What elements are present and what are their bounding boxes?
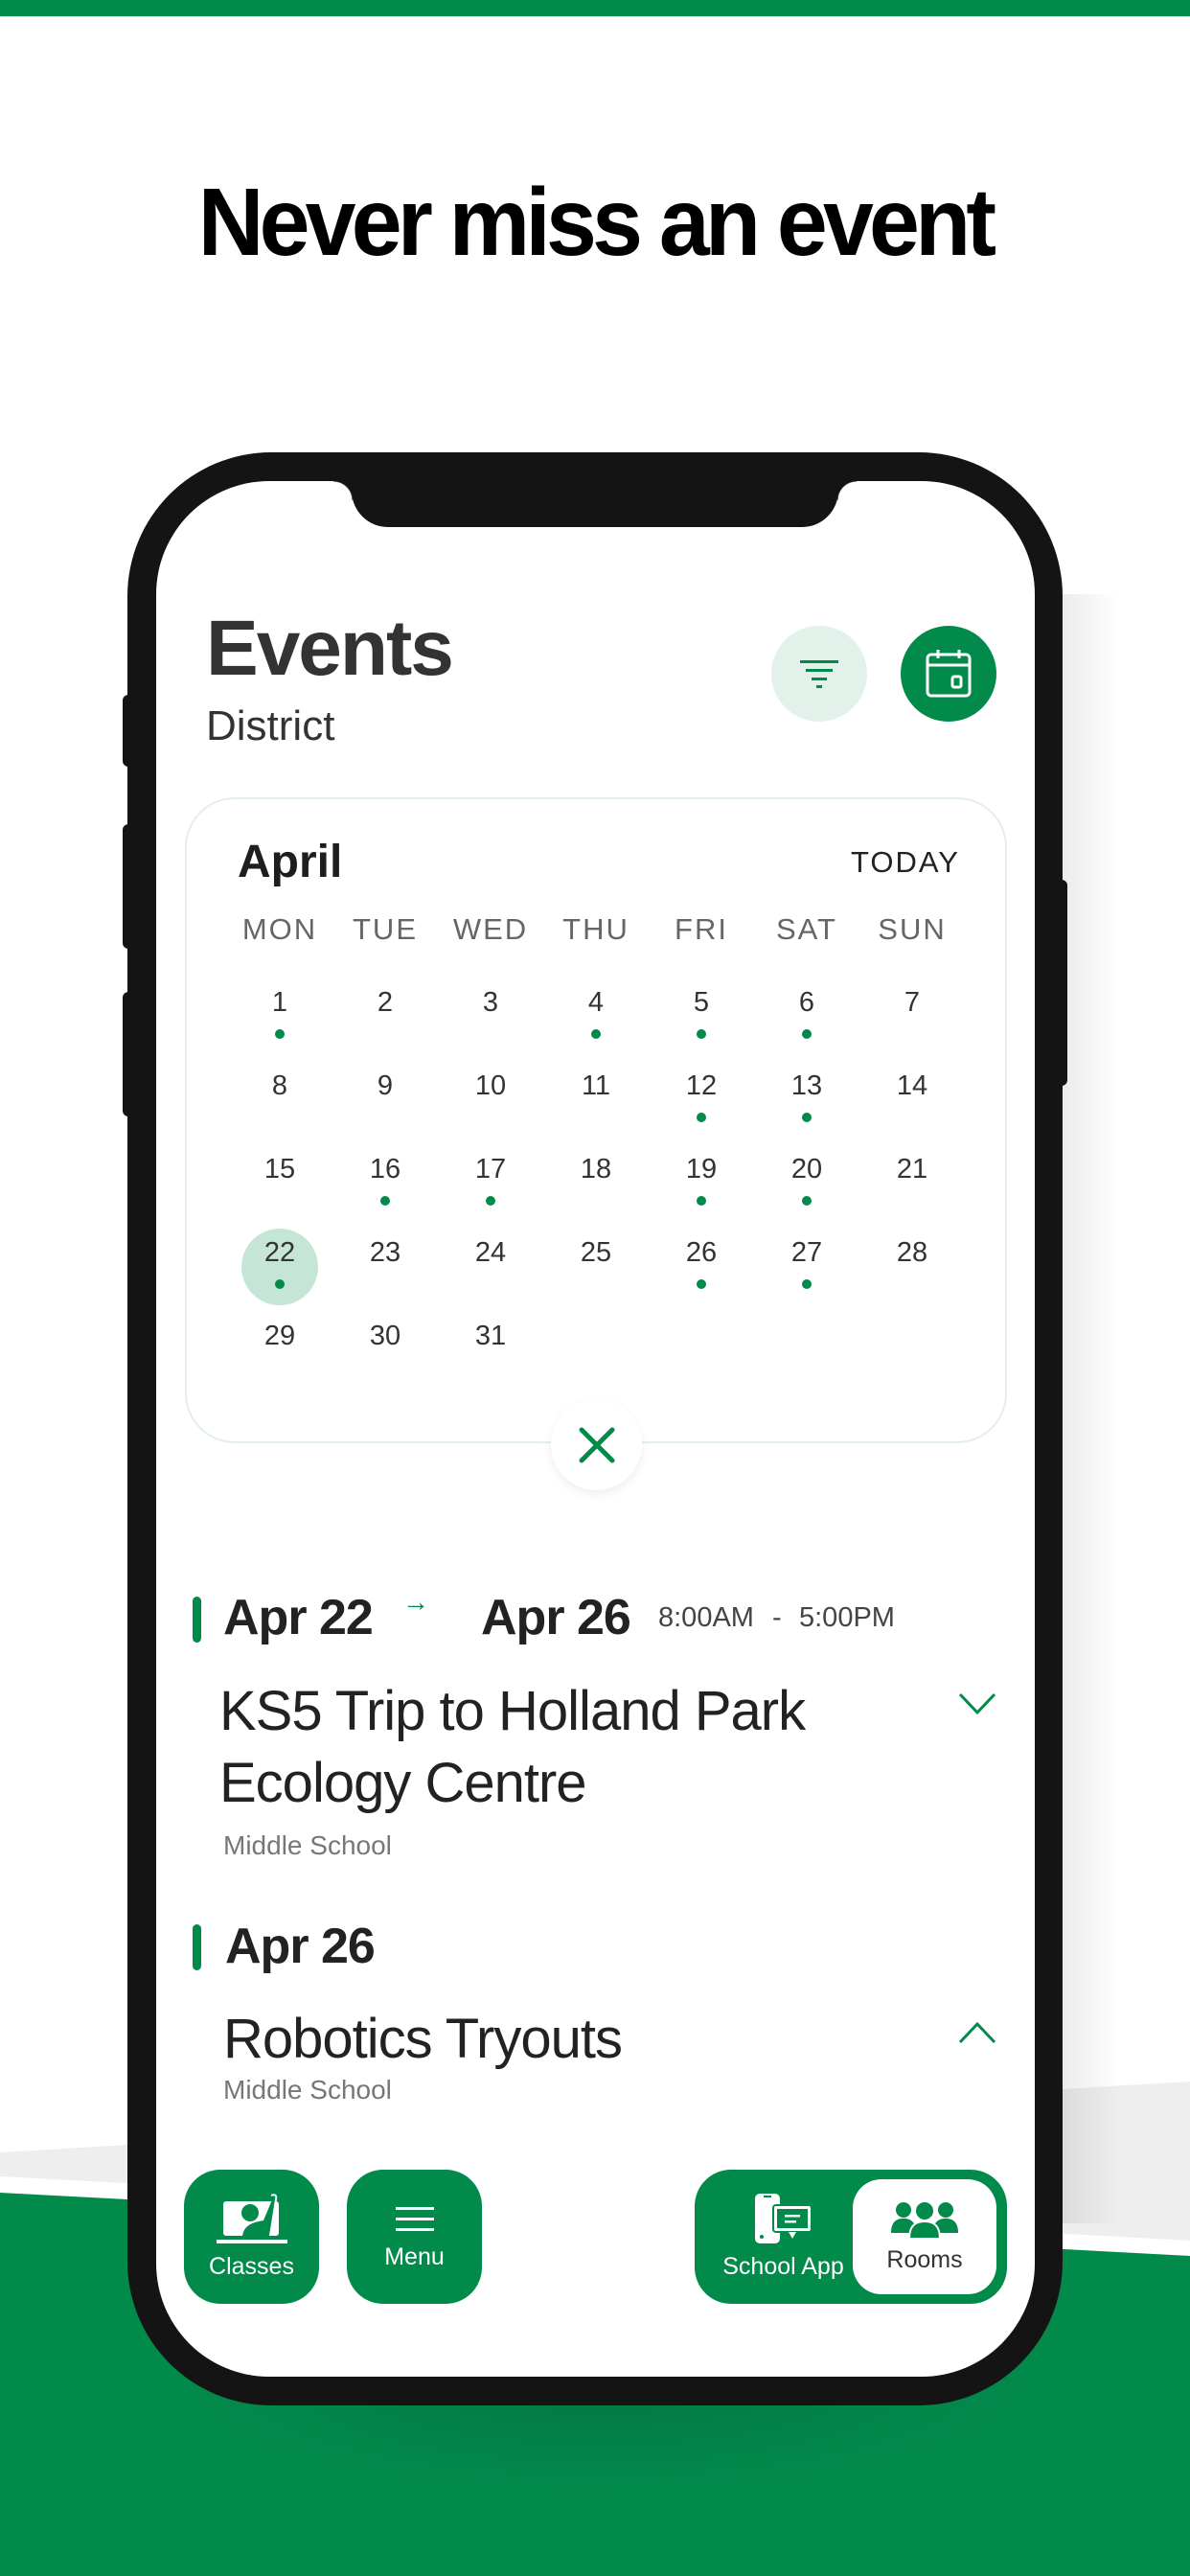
event-start-time: 8:00AM [658,1602,754,1633]
page-title: Events [206,605,454,692]
event-indicator-dot [697,1113,706,1122]
page-subtitle: District [206,702,335,749]
calendar-day[interactable]: 7 [869,987,955,1019]
event-indicator-dot [697,1196,706,1206]
event-start-date: Apr 22 [223,1590,374,1645]
today-button[interactable]: TODAY [851,845,960,880]
calendar-day[interactable]: 30 [342,1321,428,1352]
weekday-label: SUN [878,912,947,946]
calendar-day[interactable]: 25 [553,1237,639,1269]
collapse-event-button[interactable] [958,2020,996,2050]
event-indicator-dot [802,1279,812,1289]
event-audience: Middle School [223,1830,392,1860]
school-app-tab[interactable]: School App [704,2179,862,2294]
calendar-day[interactable]: 13 [764,1070,850,1102]
event-indicator-dot [380,1196,390,1206]
calendar-day[interactable]: 11 [553,1070,639,1102]
hamburger-menu-icon [395,2206,434,2231]
chevron-up-icon [958,2021,996,2044]
calendar-day[interactable]: 16 [342,1154,428,1185]
calendar-day[interactable]: 28 [869,1237,955,1269]
event-end-date: Apr 26 [481,1590,631,1645]
close-icon [579,1427,614,1462]
classes-label: Classes [209,2252,294,2280]
event-title-line: KS5 Trip to Holland Park [219,1680,806,1742]
top-accent-bar [0,0,1190,16]
calendar-day[interactable]: 10 [447,1070,534,1102]
rooms-label: Rooms [886,2245,963,2273]
event-date: Apr 26 [225,1919,376,1974]
event-indicator-dot [275,1029,285,1039]
event-indicator-dot [275,1279,285,1289]
school-app-icon [754,2193,812,2243]
weekday-label: MON [241,912,318,946]
calendar-day[interactable]: 29 [237,1321,323,1352]
calendar-day[interactable]: 1 [237,987,323,1019]
rooms-tab[interactable]: Rooms [853,2179,996,2294]
calendar-icon [926,650,972,698]
filter-icon [800,660,838,688]
calendar-day[interactable]: 14 [869,1070,955,1102]
classes-icon [216,2193,287,2243]
event-title-line: Ecology Centre [219,1752,587,1814]
calendar-day[interactable]: 17 [447,1154,534,1185]
calendar-day[interactable]: 6 [764,987,850,1019]
calendar-day[interactable]: 23 [342,1237,428,1269]
event-time-separator: - [772,1602,782,1633]
calendar-day[interactable]: 4 [553,987,639,1019]
event-indicator-dot [697,1029,706,1039]
chevron-down-icon [958,1692,996,1715]
calendar-toggle-button[interactable] [901,626,996,722]
calendar-day[interactable]: 3 [447,987,534,1019]
calendar-day[interactable]: 27 [764,1237,850,1269]
menu-button[interactable]: Menu [347,2170,482,2304]
phone-side-shadow [1062,594,1119,2223]
event-indicator-dot [697,1279,706,1289]
event-indicator-dot [802,1113,812,1122]
calendar-day[interactable]: 21 [869,1154,955,1185]
calendar-day[interactable]: 24 [447,1237,534,1269]
headline: Never miss an event [197,169,996,276]
calendar-day[interactable]: 18 [553,1154,639,1185]
event-title[interactable]: KS5 Trip to Holland Park Ecology Centre [219,1675,806,1819]
calendar-day[interactable]: 26 [658,1237,744,1269]
weekday-label: FRI [675,912,728,946]
event-indicator-dot [486,1196,495,1206]
weekday-label: TUE [353,912,418,946]
calendar-day[interactable]: 8 [237,1070,323,1102]
calendar-day[interactable]: 5 [658,987,744,1019]
app-switcher: School App Rooms [695,2170,1007,2304]
calendar-day[interactable]: 19 [658,1154,744,1185]
classes-button[interactable]: Classes [184,2170,319,2304]
event-date-accent [193,1597,201,1643]
close-calendar-button[interactable] [551,1399,642,1490]
calendar-day[interactable]: 9 [342,1070,428,1102]
calendar-day[interactable]: 22 [237,1237,323,1269]
filter-button[interactable] [771,626,867,722]
event-end-time: 5:00PM [799,1602,895,1633]
event-title[interactable]: Robotics Tryouts [223,2003,623,2075]
menu-label: Menu [384,2242,445,2270]
event-date-accent [193,1924,201,1970]
expand-event-button[interactable] [958,1691,996,1721]
weekday-label: THU [562,912,629,946]
calendar-day[interactable]: 31 [447,1321,534,1352]
weekday-label: SAT [776,912,837,946]
event-indicator-dot [802,1029,812,1039]
calendar-month: April [238,837,343,887]
phone-notch [333,481,857,527]
school-app-label: School App [722,2252,844,2280]
event-indicator-dot [591,1029,601,1039]
calendar-day[interactable]: 15 [237,1154,323,1185]
calendar-day[interactable]: 2 [342,987,428,1019]
calendar-day[interactable]: 12 [658,1070,744,1102]
rooms-group-icon [891,2199,958,2239]
date-range-arrow-icon: → [402,1587,429,1617]
calendar-day[interactable]: 20 [764,1154,850,1185]
weekday-label: WED [452,912,529,946]
event-indicator-dot [802,1196,812,1206]
event-audience: Middle School [223,2075,392,2104]
